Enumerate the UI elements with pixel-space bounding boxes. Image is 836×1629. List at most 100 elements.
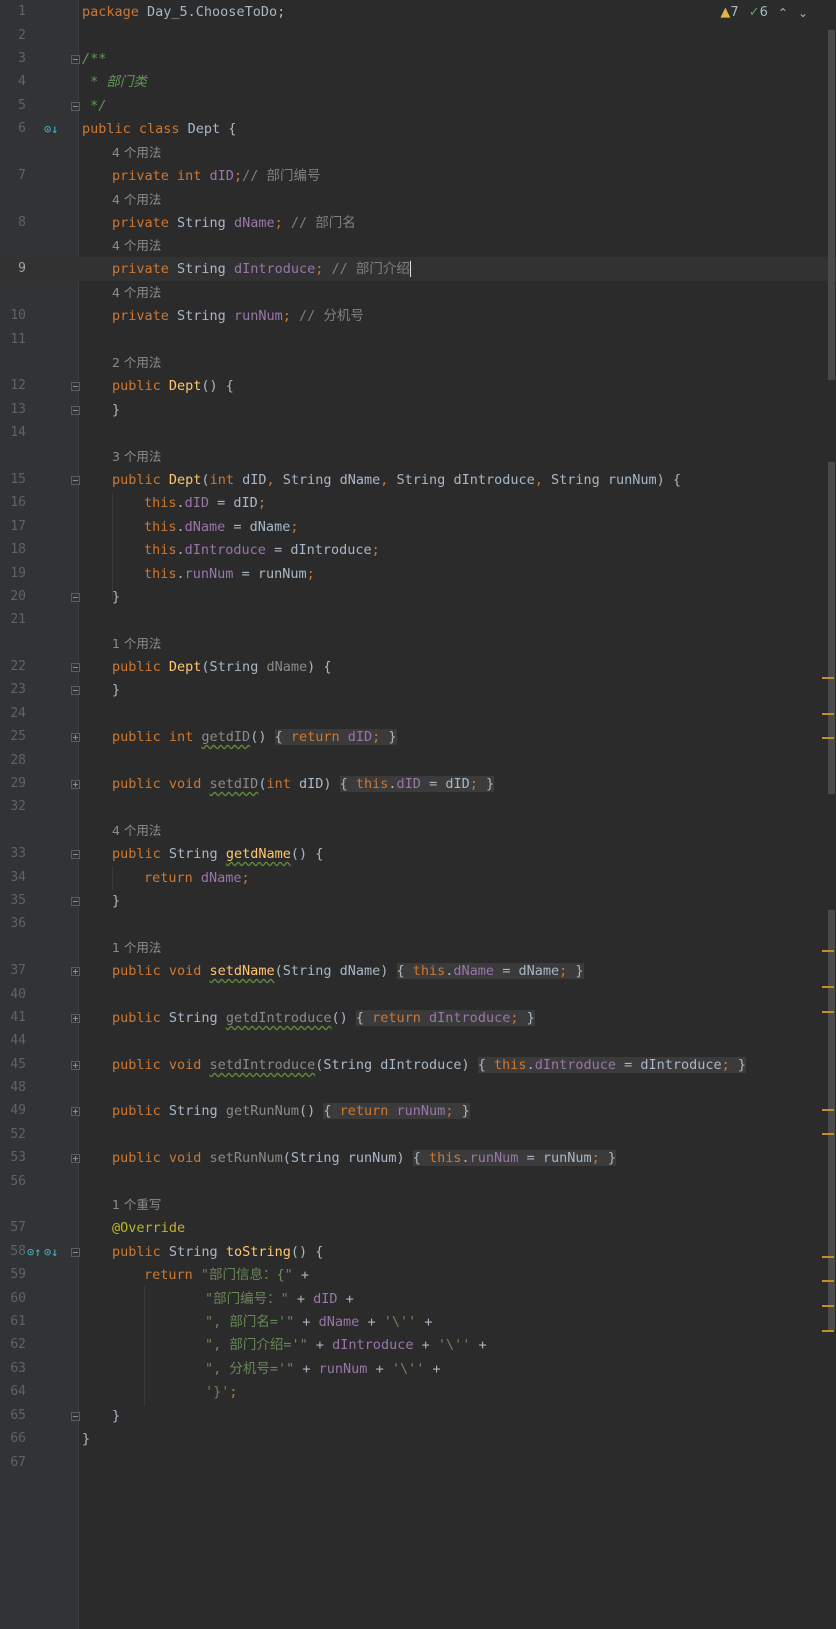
- code-line[interactable]: 34 return dName;: [0, 866, 836, 890]
- scrollbar-thumb[interactable]: [828, 30, 835, 380]
- usage-hint[interactable]: 1 个用法: [0, 936, 836, 960]
- code-line[interactable]: 1 package Day_5.ChooseToDo;: [0, 0, 836, 24]
- code-line[interactable]: 53 public void setRunNum(String runNum) …: [0, 1146, 836, 1170]
- fold-toggle-icon[interactable]: [71, 663, 80, 672]
- expand-fold-icon[interactable]: [71, 1014, 80, 1023]
- fold-toggle-icon[interactable]: [71, 850, 80, 859]
- code-line[interactable]: 12 public Dept() {: [0, 374, 836, 398]
- code-line[interactable]: 35 }: [0, 889, 836, 913]
- current-code-line[interactable]: 9 private String dIntroduce; // 部门介绍: [0, 257, 836, 281]
- code-line[interactable]: 5 */: [0, 94, 836, 118]
- code-line[interactable]: 32: [0, 795, 836, 819]
- warning-marker[interactable]: [822, 1280, 834, 1282]
- code-line[interactable]: 65 }: [0, 1404, 836, 1428]
- implemented-icon[interactable]: ⊙↓: [44, 1245, 58, 1259]
- code-line[interactable]: 21: [0, 608, 836, 632]
- expand-fold-icon[interactable]: [71, 1154, 80, 1163]
- expand-fold-icon[interactable]: [71, 733, 80, 742]
- code-line[interactable]: 17 this.dName = dName;: [0, 515, 836, 539]
- code-line[interactable]: 59 return "部门信息：{" +: [0, 1263, 836, 1287]
- usage-hint[interactable]: 1 个重写: [0, 1193, 836, 1217]
- code-line[interactable]: 57 @Override: [0, 1216, 836, 1240]
- scrollbar-thumb[interactable]: [828, 462, 835, 794]
- usage-hint[interactable]: 4 个用法: [0, 141, 836, 165]
- implemented-icon[interactable]: ⊙↓: [44, 122, 58, 136]
- code-line[interactable]: 23 }: [0, 678, 836, 702]
- fold-toggle-icon[interactable]: [71, 406, 80, 415]
- code-line[interactable]: 44: [0, 1029, 836, 1053]
- code-line[interactable]: 52: [0, 1123, 836, 1147]
- code-line[interactable]: 8 private String dName; // 部门名: [0, 211, 836, 235]
- code-line[interactable]: 11: [0, 328, 836, 352]
- code-line[interactable]: 49 public String getRunNum() { return ru…: [0, 1099, 836, 1123]
- scrollbar-thumb[interactable]: [828, 910, 835, 1330]
- expand-fold-icon[interactable]: [71, 780, 80, 789]
- overrides-icon[interactable]: ⊙↑: [27, 1245, 41, 1259]
- fold-toggle-icon[interactable]: [71, 476, 80, 485]
- fold-toggle-icon[interactable]: [71, 102, 80, 111]
- usage-hint[interactable]: 3 个用法: [0, 445, 836, 469]
- fold-toggle-icon[interactable]: [71, 1412, 80, 1421]
- fold-toggle-icon[interactable]: [71, 1248, 80, 1257]
- warning-marker[interactable]: [822, 1011, 834, 1013]
- fold-toggle-icon[interactable]: [71, 593, 80, 602]
- code-line[interactable]: 33 public String getdName() {: [0, 842, 836, 866]
- code-line[interactable]: 25 public int getdID() { return dID; }: [0, 725, 836, 749]
- code-line[interactable]: 62 ", 部门介绍='" + dIntroduce + '\'' +: [0, 1333, 836, 1357]
- warning-marker[interactable]: [822, 1305, 834, 1307]
- code-line[interactable]: 61 ", 部门名='" + dName + '\'' +: [0, 1310, 836, 1334]
- warning-marker[interactable]: [822, 1133, 834, 1135]
- expand-fold-icon[interactable]: [71, 967, 80, 976]
- warning-marker[interactable]: [822, 986, 834, 988]
- code-line[interactable]: 10 private String runNum; // 分机号: [0, 304, 836, 328]
- expand-fold-icon[interactable]: [71, 1107, 80, 1116]
- fold-toggle-icon[interactable]: [71, 897, 80, 906]
- code-line[interactable]: 2: [0, 24, 836, 48]
- warning-marker[interactable]: [822, 1109, 834, 1111]
- code-line[interactable]: 41 public String getdIntroduce() { retur…: [0, 1006, 836, 1030]
- code-line[interactable]: 6 ⊙↓ public class Dept {: [0, 117, 836, 141]
- code-line[interactable]: 18 this.dIntroduce = dIntroduce;: [0, 538, 836, 562]
- warning-marker[interactable]: [822, 1256, 834, 1258]
- code-line[interactable]: 64 '}';: [0, 1380, 836, 1404]
- code-line[interactable]: 3 /**: [0, 47, 836, 71]
- code-line[interactable]: 37 public void setdName(String dName) { …: [0, 959, 836, 983]
- code-line[interactable]: 63 ", 分机号='" + runNum + '\'' +: [0, 1357, 836, 1381]
- fold-toggle-icon[interactable]: [71, 55, 80, 64]
- code-line[interactable]: 14: [0, 421, 836, 445]
- warning-marker[interactable]: [822, 1330, 834, 1332]
- code-line[interactable]: 19 this.runNum = runNum;: [0, 562, 836, 586]
- usage-hint[interactable]: 4 个用法: [0, 281, 836, 305]
- code-line[interactable]: 7 private int dID;// 部门编号: [0, 164, 836, 188]
- code-line[interactable]: 60 "部门编号：" + dID +: [0, 1287, 836, 1311]
- code-line[interactable]: 56: [0, 1170, 836, 1194]
- code-line[interactable]: 67: [0, 1451, 836, 1475]
- code-line[interactable]: 36: [0, 912, 836, 936]
- code-line[interactable]: 45 public void setdIntroduce(String dInt…: [0, 1053, 836, 1077]
- code-line[interactable]: 58 ⊙↑ ⊙↓ public String toString() {: [0, 1240, 836, 1264]
- code-line[interactable]: 15 public Dept(int dID, String dName, St…: [0, 468, 836, 492]
- warning-marker[interactable]: [822, 737, 834, 739]
- code-line[interactable]: 4 * 部门类: [0, 70, 836, 94]
- fold-toggle-icon[interactable]: [71, 686, 80, 695]
- code-line[interactable]: 48: [0, 1076, 836, 1100]
- warning-marker[interactable]: [822, 950, 834, 952]
- warning-marker[interactable]: [822, 713, 834, 715]
- usage-hint[interactable]: 4 个用法: [0, 188, 836, 212]
- code-line[interactable]: 13 }: [0, 398, 836, 422]
- usage-hint[interactable]: 2 个用法: [0, 351, 836, 375]
- code-line[interactable]: 66 }: [0, 1427, 836, 1451]
- code-line[interactable]: 16 this.dID = dID;: [0, 491, 836, 515]
- warning-marker[interactable]: [822, 677, 834, 679]
- fold-toggle-icon[interactable]: [71, 382, 80, 391]
- usage-hint[interactable]: 4 个用法: [0, 234, 836, 258]
- code-line[interactable]: 20 }: [0, 585, 836, 609]
- usage-hint[interactable]: 1 个用法: [0, 632, 836, 656]
- code-line[interactable]: 28: [0, 749, 836, 773]
- code-line[interactable]: 22 public Dept(String dName) {: [0, 655, 836, 679]
- usage-hint[interactable]: 4 个用法: [0, 819, 836, 843]
- code-line[interactable]: 24: [0, 702, 836, 726]
- code-line[interactable]: 29 public void setdID(int dID) { this.dI…: [0, 772, 836, 796]
- expand-fold-icon[interactable]: [71, 1061, 80, 1070]
- code-line[interactable]: 40: [0, 983, 836, 1007]
